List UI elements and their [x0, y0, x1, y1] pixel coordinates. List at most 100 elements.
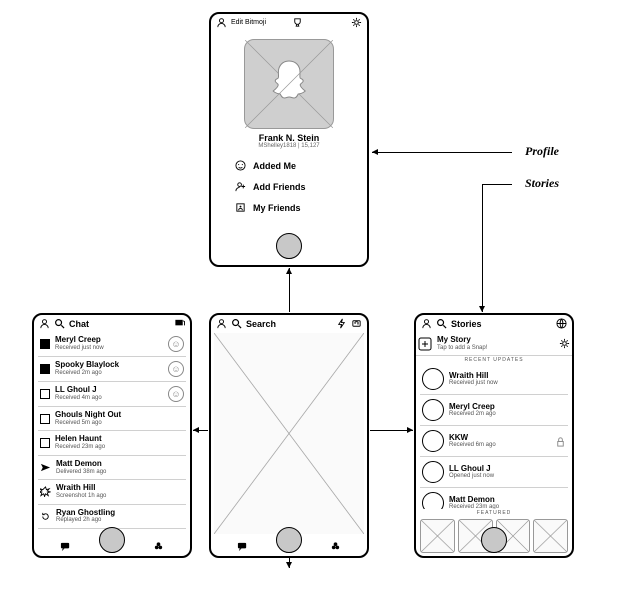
profile-name: Frank N. Stein	[211, 133, 367, 143]
story-name: KKW	[449, 434, 550, 443]
gear-icon[interactable]	[351, 17, 362, 28]
arrow-right-icon	[407, 427, 413, 433]
arrow-up-icon	[286, 268, 292, 274]
shutter-button[interactable]	[276, 233, 302, 259]
smile-icon: ☺	[168, 386, 184, 402]
connector	[372, 152, 512, 153]
story-sub: Opened just now	[449, 473, 566, 480]
story-row[interactable]: KKWReceived 6m ago	[420, 426, 568, 457]
trophy-icon[interactable]	[292, 17, 303, 28]
stories-screen: Stories My StoryTap to add a Snap! RECEN…	[414, 313, 574, 558]
chat-name: Ghouls Night Out	[55, 411, 184, 420]
chat-name: LL Ghoul J	[55, 386, 163, 395]
story-circle-icon	[422, 368, 444, 390]
connector	[482, 184, 483, 312]
story-circle-icon	[422, 461, 444, 483]
chat-row[interactable]: Meryl CreepReceived just now☺	[38, 332, 186, 357]
viewfinder[interactable]	[214, 333, 364, 534]
recent-updates-header: RECENT UPDATES	[416, 356, 572, 364]
search-icon[interactable]	[54, 318, 65, 329]
profile-sub: MShelley1818 | 15,127	[211, 143, 367, 149]
chat-row[interactable]: Spooky BlaylockReceived 2m ago ☺	[38, 357, 186, 382]
chat-name: Matt Demon	[56, 460, 184, 469]
add-story-icon	[418, 337, 432, 351]
new-chat-icon[interactable]	[174, 318, 185, 329]
chat-row[interactable]: Ghouls Night OutReceived 5m ago	[38, 407, 186, 431]
gear-icon[interactable]	[559, 338, 570, 349]
bitmoji-icon[interactable]	[216, 17, 227, 28]
profile-label: Profile	[525, 144, 559, 159]
screenshot-icon	[40, 486, 51, 497]
story-row[interactable]: LL Ghoul JOpened just now	[420, 457, 568, 488]
ghost-icon	[266, 58, 312, 108]
shutter-button[interactable]	[99, 527, 125, 553]
contacts-icon	[235, 202, 246, 213]
chat-title: Chat	[69, 319, 89, 329]
chat-row[interactable]: Wraith HillScreenshot 1h ago	[38, 480, 186, 504]
add-friends-row[interactable]: Add Friends	[211, 176, 367, 197]
bitmoji-icon[interactable]	[39, 318, 50, 329]
chat-sub: Received 2m ago	[55, 370, 163, 377]
shutter-button[interactable]	[481, 527, 507, 553]
chat-name: Meryl Creep	[55, 336, 163, 345]
shutter-button[interactable]	[276, 527, 302, 553]
flip-camera-icon[interactable]	[351, 318, 362, 329]
my-story-row[interactable]: My StoryTap to add a Snap!	[416, 332, 572, 356]
nav-friends-icon[interactable]	[153, 541, 164, 552]
snap-received-outline-icon	[40, 414, 50, 424]
story-circle-icon	[422, 492, 444, 509]
story-row[interactable]: Matt DemonReceived 23m ago	[420, 488, 568, 509]
snap-received-outline-icon	[40, 438, 50, 448]
connector	[289, 268, 290, 312]
arrow-left-icon	[193, 427, 199, 433]
chat-row[interactable]: LL Ghoul JReceived 4m ago☺	[38, 382, 186, 407]
featured-tile[interactable]	[420, 519, 455, 553]
story-sub: Received just now	[449, 380, 566, 387]
nav-friends-icon[interactable]	[330, 541, 341, 552]
snap-received-icon	[40, 339, 50, 349]
edit-bitmoji-label[interactable]: Edit Bitmoji	[231, 19, 266, 26]
added-me-row[interactable]: Added Me	[211, 155, 367, 176]
arrow-left-icon	[372, 149, 378, 155]
story-name: LL Ghoul J	[449, 465, 566, 474]
snap-sent-icon	[40, 462, 51, 473]
chat-row[interactable]: Helen HauntReceived 23m ago	[38, 431, 186, 455]
search-icon[interactable]	[436, 318, 447, 329]
nav-chat-icon[interactable]	[237, 541, 248, 552]
story-circle-icon	[422, 430, 444, 452]
story-row[interactable]: Meryl CreepReceived 2m ago	[420, 395, 568, 426]
smile-icon	[235, 160, 246, 171]
snapcode[interactable]	[244, 39, 334, 129]
search-title: Search	[246, 319, 276, 329]
search-icon[interactable]	[231, 318, 242, 329]
stories-title: Stories	[451, 319, 482, 329]
story-name: Matt Demon	[449, 496, 566, 505]
story-sub: Received 2m ago	[449, 411, 566, 418]
snap-received-outline-icon	[40, 389, 50, 399]
smile-icon: ☺	[168, 336, 184, 352]
add-friend-icon	[235, 181, 246, 192]
featured-tile[interactable]	[533, 519, 568, 553]
chat-sub: Received 23m ago	[55, 444, 184, 451]
chat-row[interactable]: Matt DemonDelivered 38m ago	[38, 456, 186, 480]
nav-chat-icon[interactable]	[60, 541, 71, 552]
bitmoji-icon[interactable]	[216, 318, 227, 329]
chat-screen: Chat Meryl CreepReceived just now☺Spooky…	[32, 313, 192, 558]
chat-sub: Replayed 2h ago	[56, 517, 184, 524]
story-row[interactable]: Wraith HillReceived just now	[420, 364, 568, 395]
discover-icon[interactable]	[556, 318, 567, 329]
snap-received-icon	[40, 364, 50, 374]
chat-sub: Received 5m ago	[55, 420, 184, 427]
chat-row[interactable]: Ryan GhostlingReplayed 2h ago	[38, 505, 186, 529]
chat-sub: Delivered 38m ago	[56, 469, 184, 476]
smile-icon: ☺	[168, 361, 184, 377]
bitmoji-icon[interactable]	[421, 318, 432, 329]
lock-icon	[555, 436, 566, 447]
chat-sub: Screenshot 1h ago	[56, 493, 184, 500]
camera-screen: Search	[209, 313, 369, 558]
chat-name: Spooky Blaylock	[55, 361, 163, 370]
flash-icon[interactable]	[336, 318, 347, 329]
my-friends-row[interactable]: My Friends	[211, 197, 367, 218]
story-sub: Received 23m ago	[449, 504, 566, 509]
story-sub: Received 6m ago	[449, 442, 550, 449]
